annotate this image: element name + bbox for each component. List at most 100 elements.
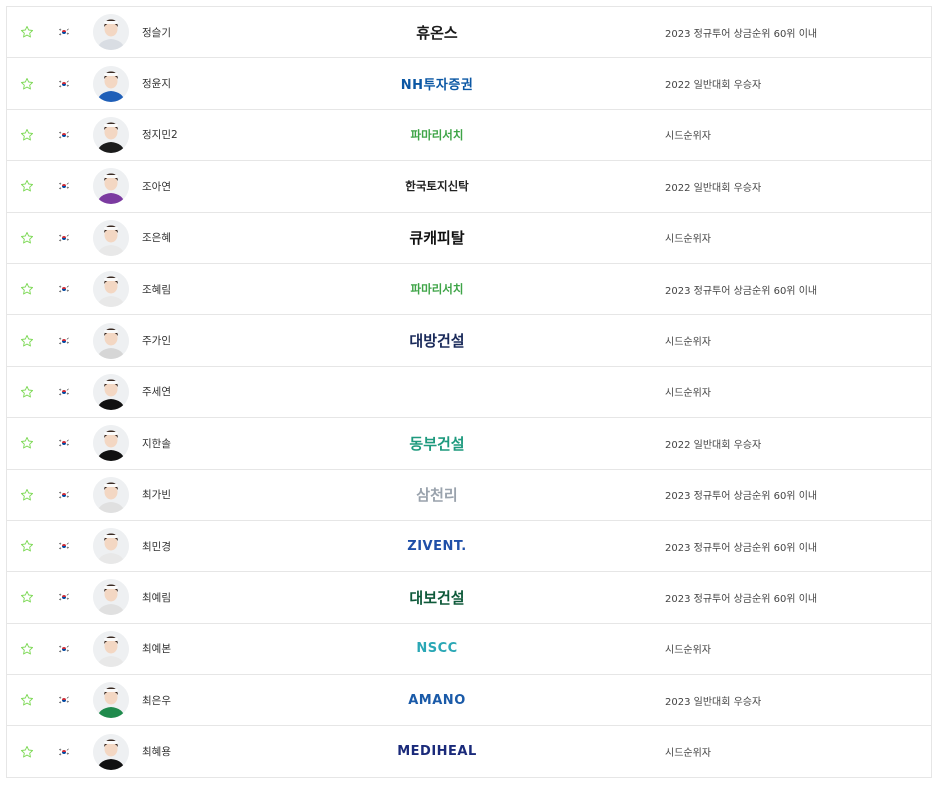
player-name[interactable]: 최예림 [142, 572, 282, 622]
favorite-cell [19, 675, 35, 725]
player-name[interactable]: 최가빈 [142, 470, 282, 520]
star-outline-icon[interactable] [20, 385, 34, 399]
star-outline-icon[interactable] [20, 745, 34, 759]
qualification: 2022 일반대회 우승자 [665, 182, 762, 194]
photo-cell [93, 418, 129, 468]
sponsor-logo: 한국토지신탁 [367, 161, 507, 211]
nationality-cell [57, 726, 71, 776]
table-row: 정지민2 파마리서치 시드순위자 [7, 110, 931, 162]
star-outline-icon[interactable] [20, 231, 34, 245]
player-photo [93, 425, 129, 462]
star-outline-icon[interactable] [20, 590, 34, 604]
sponsor-logo-mark: 휴온스 [416, 22, 457, 43]
table-row: 최은우 AMANO 2023 일반대회 우승자 [7, 675, 931, 727]
star-outline-icon[interactable] [20, 436, 34, 450]
player-name[interactable]: 최혜용 [142, 726, 282, 776]
table-row: 주세연 시드순위자 [7, 367, 931, 419]
player-name[interactable]: 최예본 [142, 624, 282, 674]
table-row: 정슬기 휴온스 2023 정규투어 상금순위 60위 이내 [7, 7, 931, 59]
sponsor-logo: NH투자증권 [367, 58, 507, 108]
sponsor-logo: 휴온스 [367, 7, 507, 57]
table-row: 지한솔 동부건설 2022 일반대회 우승자 [7, 418, 931, 470]
photo-cell [93, 521, 129, 571]
sponsor-name: 동부건설 [409, 434, 465, 453]
qualification: 2023 정규투어 상금순위 60위 이내 [665, 285, 818, 297]
korea-flag-icon [58, 490, 70, 499]
player-photo [93, 579, 129, 616]
favorite-cell [19, 470, 35, 520]
photo-cell [93, 726, 129, 776]
sponsor-name: MEDIHEAL [397, 744, 477, 760]
sponsor-name: 삼천리 [416, 486, 458, 505]
korea-flag-icon [58, 336, 70, 345]
qualification: 2022 일반대회 우승자 [665, 439, 762, 451]
table-row: 조아연 한국토지신탁 2022 일반대회 우승자 [7, 161, 931, 213]
sponsor-logo: 대방건설 [367, 315, 507, 365]
sponsor-name: 한국토지신탁 [405, 179, 469, 194]
sponsor-logo [367, 367, 507, 417]
player-name[interactable]: 최민경 [142, 521, 282, 571]
table-row: 최민경 ZIVENT. 2023 정규투어 상금순위 60위 이내 [7, 521, 931, 573]
star-outline-icon[interactable] [20, 488, 34, 502]
favorite-cell [19, 367, 35, 417]
sponsor-logo-mark: 동부건설 [409, 433, 464, 454]
photo-cell [93, 624, 129, 674]
favorite-cell [19, 418, 35, 468]
table-row: 최예본 NSCC 시드순위자 [7, 624, 931, 676]
table-row: 정윤지 NH투자증권 2022 일반대회 우승자 [7, 58, 931, 110]
korea-flag-icon [58, 593, 70, 602]
sponsor-logo: 파마리서치 [367, 264, 507, 314]
player-name[interactable]: 주가인 [142, 315, 282, 365]
nationality-cell [57, 315, 71, 365]
player-photo [93, 528, 129, 565]
favorite-cell [19, 213, 35, 263]
player-name[interactable]: 조혜림 [142, 264, 282, 314]
qualification: 2023 정규투어 상금순위 60위 이내 [665, 542, 818, 554]
player-name[interactable]: 주세연 [142, 367, 282, 417]
nationality-cell [57, 213, 71, 263]
sponsor-logo-mark: 대보건설 [409, 587, 464, 608]
sponsor-logo-mark: 파마리서치 [411, 281, 464, 297]
sponsor-logo: 대보건설 [367, 572, 507, 622]
player-name[interactable]: 정윤지 [142, 58, 282, 108]
star-outline-icon[interactable] [20, 179, 34, 193]
photo-cell [93, 315, 129, 365]
sponsor-name: 큐캐피탈 [409, 229, 465, 248]
star-outline-icon[interactable] [20, 25, 34, 39]
star-outline-icon[interactable] [20, 539, 34, 553]
korea-flag-icon [58, 644, 70, 653]
photo-cell [93, 161, 129, 211]
player-photo [93, 219, 129, 256]
korea-flag-icon [58, 28, 70, 37]
favorite-cell [19, 7, 35, 57]
star-outline-icon[interactable] [20, 334, 34, 348]
star-outline-icon[interactable] [20, 642, 34, 656]
player-name[interactable]: 조은혜 [142, 213, 282, 263]
favorite-cell [19, 726, 35, 776]
favorite-cell [19, 58, 35, 108]
player-name[interactable]: 정지민2 [142, 110, 282, 160]
star-outline-icon[interactable] [20, 282, 34, 296]
photo-cell [93, 213, 129, 263]
sponsor-logo-mark: NH투자증권 [401, 74, 474, 93]
photo-cell [93, 264, 129, 314]
player-name[interactable]: 최은우 [142, 675, 282, 725]
star-outline-icon[interactable] [20, 693, 34, 707]
sponsor-logo: 파마리서치 [367, 110, 507, 160]
player-photo [93, 65, 129, 102]
star-outline-icon[interactable] [20, 128, 34, 142]
player-table: 정슬기 휴온스 2023 정규투어 상금순위 60위 이내 정윤지 NH투자증권 202… [6, 6, 932, 778]
qualification: 2023 정규투어 상금순위 60위 이내 [665, 28, 818, 40]
player-name[interactable]: 지한솔 [142, 418, 282, 468]
qualification: 시드순위자 [665, 337, 711, 349]
korea-flag-icon [58, 747, 70, 756]
player-name[interactable]: 조아연 [142, 161, 282, 211]
qualification: 2022 일반대회 우승자 [665, 80, 762, 92]
favorite-cell [19, 572, 35, 622]
sponsor-logo: AMANO [367, 675, 507, 725]
player-name[interactable]: 정슬기 [142, 7, 282, 57]
star-outline-icon[interactable] [20, 77, 34, 91]
qualification: 시드순위자 [665, 234, 711, 246]
photo-cell [93, 367, 129, 417]
photo-cell [93, 470, 129, 520]
